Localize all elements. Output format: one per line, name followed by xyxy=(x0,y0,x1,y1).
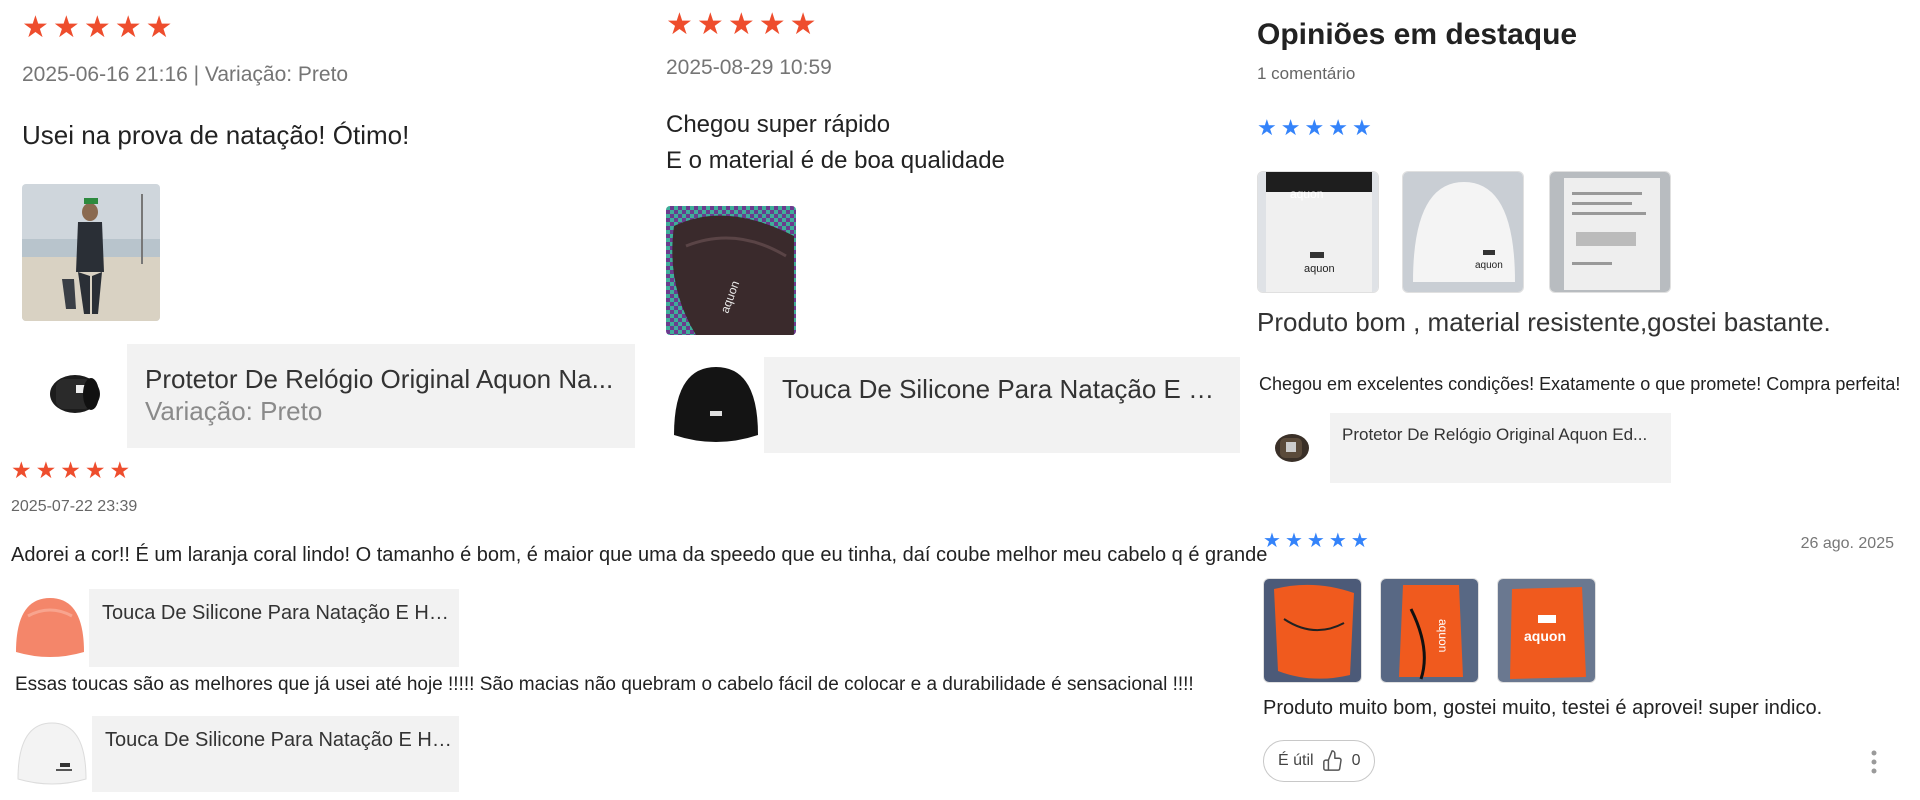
review-text-line: Chegou super rápido xyxy=(666,111,891,138)
star-icon: ★ xyxy=(1350,530,1369,552)
star-icon: ★ xyxy=(1328,115,1348,140)
star-icon: ★ xyxy=(1280,115,1301,140)
thumbs-up-icon xyxy=(1322,750,1342,771)
review-photo[interactable]: aquon xyxy=(666,206,796,335)
review-photo[interactable]: aquon xyxy=(1402,171,1524,293)
star-icon: ★ xyxy=(1304,115,1325,140)
star-icon: ★ xyxy=(114,11,142,44)
more-vertical-icon[interactable] xyxy=(1866,748,1882,776)
review-photo[interactable] xyxy=(1263,578,1362,683)
star-icon: ★ xyxy=(758,8,786,41)
star-icon: ★ xyxy=(1351,115,1372,140)
review-photo[interactable]: aquon aquon xyxy=(1257,171,1379,293)
product-thumbnail[interactable] xyxy=(670,363,762,449)
helpful-button[interactable]: É útil 0 xyxy=(1263,740,1376,782)
star-icon: ★ xyxy=(666,8,693,41)
helpful-count: 0 xyxy=(1351,752,1361,769)
review-photo[interactable] xyxy=(1549,171,1671,293)
review-date: 26 ago. 2025 xyxy=(1800,535,1894,552)
star-icon: ★ xyxy=(60,457,81,483)
star-icon: ★ xyxy=(35,457,57,483)
rating-stars: ★ ★ ★ ★ ★ xyxy=(22,13,173,43)
review-meta: 2025-08-29 10:59 xyxy=(666,56,832,79)
star-icon: ★ xyxy=(1328,530,1347,552)
star-icon: ★ xyxy=(1284,530,1303,552)
star-icon: ★ xyxy=(1257,115,1277,140)
product-link[interactable]: Protetor De Relógio Original Aquon Na...… xyxy=(127,344,635,448)
review-photo[interactable] xyxy=(22,184,160,321)
product-thumbnail[interactable] xyxy=(1272,428,1312,468)
star-icon: ★ xyxy=(1306,530,1325,552)
star-icon: ★ xyxy=(109,457,131,483)
star-icon: ★ xyxy=(727,8,755,41)
featured-title: Opiniões em destaque xyxy=(1257,18,1578,51)
product-name: Protetor De Relógio Original Aquon Ed... xyxy=(1342,425,1648,444)
star-icon: ★ xyxy=(84,457,106,483)
rating-stars: ★ ★ ★ ★ ★ xyxy=(1257,117,1372,139)
product-variation: Variação: Preto xyxy=(145,396,323,426)
review-text: Produto muito bom, gostei muito, testei … xyxy=(1263,697,1823,719)
review-meta: 2025-06-16 21:16 | Variação: Preto xyxy=(22,63,349,86)
svg-text:aquon: aquon xyxy=(1304,263,1335,275)
review-text: Essas toucas são as melhores que já usei… xyxy=(15,674,1194,695)
product-name: Touca De Silicone Para Natação E Hid... xyxy=(782,374,1228,404)
product-thumbnail[interactable] xyxy=(16,721,88,787)
featured-count: 1 comentário xyxy=(1257,64,1356,83)
star-icon: ★ xyxy=(83,11,111,44)
review-photo[interactable]: aquon xyxy=(1497,578,1596,683)
rating-stars: ★ ★ ★ ★ ★ xyxy=(666,10,817,40)
star-icon: ★ xyxy=(11,457,32,483)
product-thumbnail[interactable] xyxy=(14,596,86,662)
star-icon: ★ xyxy=(789,8,817,41)
product-name: Protetor De Relógio Original Aquon Na... xyxy=(145,364,614,394)
svg-text:aquon: aquon xyxy=(1524,628,1566,644)
star-icon: ★ xyxy=(52,11,80,44)
product-name: Touca De Silicone Para Natação E Hid... xyxy=(102,602,452,624)
review-photo[interactable]: aquon xyxy=(1380,578,1479,683)
review-meta: 2025-07-22 23:39 xyxy=(11,498,138,515)
product-link[interactable]: Protetor De Relógio Original Aquon Ed... xyxy=(1330,413,1671,483)
svg-text:aquon: aquon xyxy=(1436,619,1450,652)
svg-text:aquon: aquon xyxy=(1475,260,1503,271)
star-icon: ★ xyxy=(145,11,173,44)
review-subtext: Chegou em excelentes condições! Exatamen… xyxy=(1259,374,1901,394)
rating-stars: ★ ★ ★ ★ ★ xyxy=(11,459,130,482)
star-icon: ★ xyxy=(1263,530,1281,552)
product-link[interactable]: Touca De Silicone Para Natação E Hid... xyxy=(89,589,459,667)
review-text: Chegou super rápido E o material é de bo… xyxy=(666,107,1005,179)
product-link[interactable]: Touca De Silicone Para Natação E Hid... xyxy=(764,357,1240,453)
review-text: Produto bom , material resistente,gostei… xyxy=(1257,307,1831,337)
star-icon: ★ xyxy=(22,11,49,44)
product-link[interactable]: Touca De Silicone Para Natação E Hid... xyxy=(92,716,459,792)
rating-stars: ★ ★ ★ ★ ★ xyxy=(1263,531,1369,551)
helpful-label: É útil xyxy=(1278,752,1314,769)
review-text: Usei na prova de natação! Ótimo! xyxy=(22,120,410,150)
product-name: Touca De Silicone Para Natação E Hid... xyxy=(105,729,452,751)
star-icon: ★ xyxy=(696,8,724,41)
product-thumbnail[interactable] xyxy=(46,371,104,417)
review-text: Adorei a cor!! É um laranja coral lindo!… xyxy=(11,544,1268,566)
svg-text:aquon: aquon xyxy=(1290,187,1323,201)
review-text-line: E o material é de boa qualidade xyxy=(666,147,1005,174)
